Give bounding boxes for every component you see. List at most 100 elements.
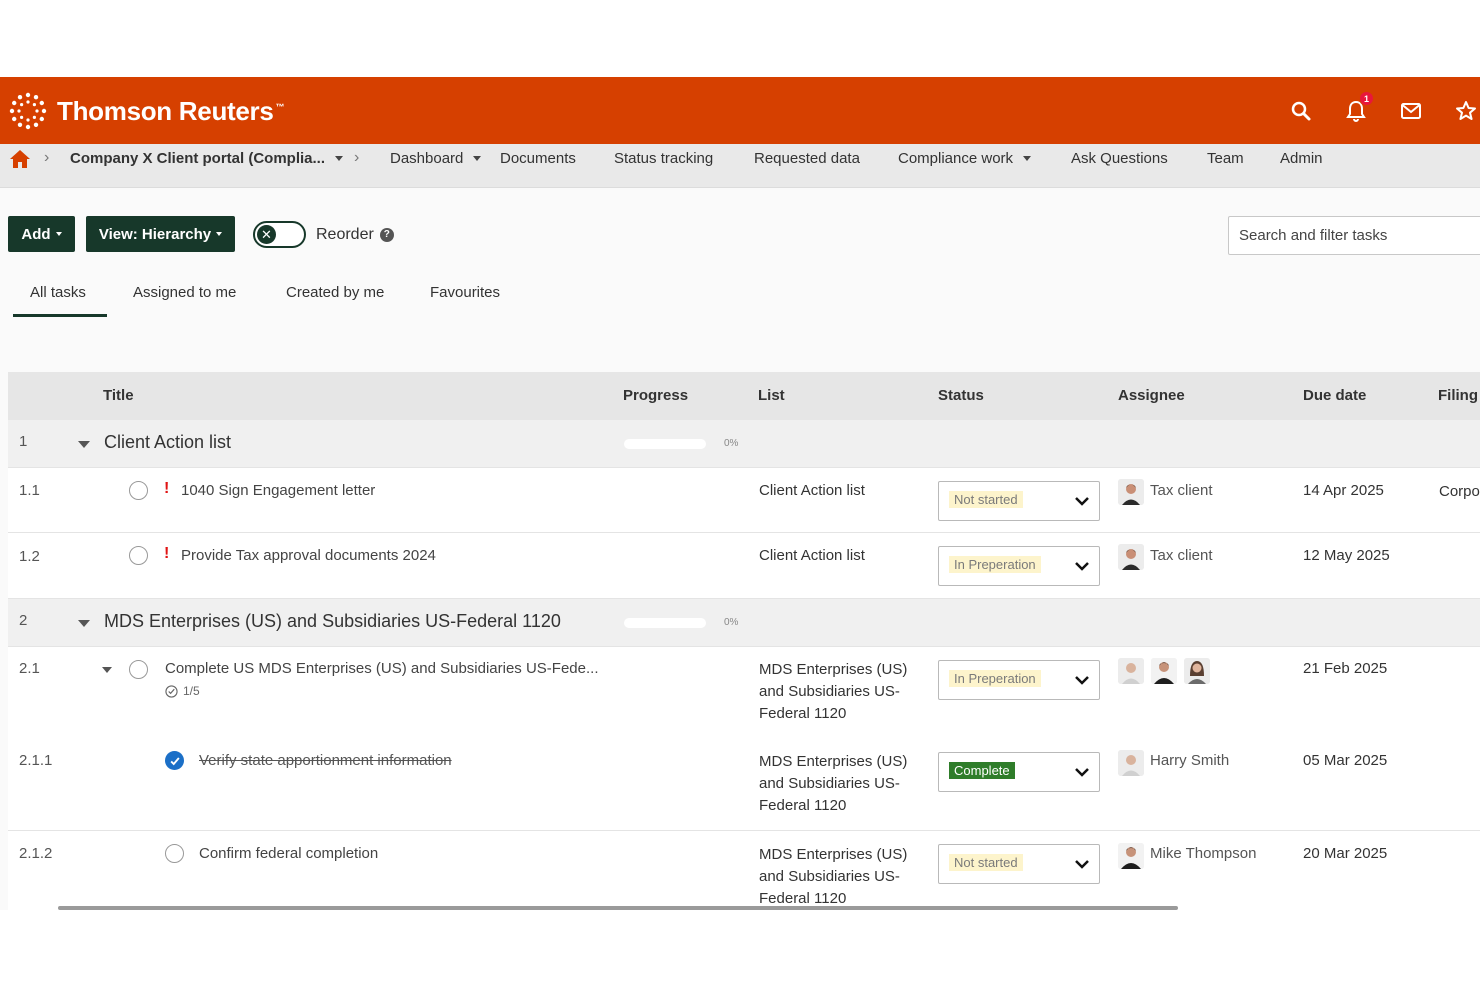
task-title[interactable]: 1040 Sign Engagement letter [181,482,375,499]
main-navigation: › Company X Client portal (Complia... › … [0,144,1480,188]
avatar [1184,658,1210,684]
favourites-star-icon[interactable] [1452,97,1480,125]
chevron-down-icon [1075,860,1089,869]
column-header-list[interactable]: List [758,387,785,404]
active-tab-indicator [13,314,107,317]
thomson-reuters-dots-icon [9,92,47,130]
assignee-name: Mike Thompson [1150,845,1257,862]
collapse-caret-icon[interactable] [102,667,112,673]
collapse-caret-icon[interactable] [78,441,90,448]
table-row[interactable]: 2.1.2 Confirm federal completion MDS Ent… [8,831,1480,910]
status-badge: Not started [949,491,1023,508]
chevron-down-icon [1075,562,1089,571]
complete-task-checkbox[interactable] [129,481,148,500]
complete-task-checkbox[interactable] [129,546,148,565]
table-row[interactable]: 1.2 ! Provide Tax approval documents 202… [8,533,1480,599]
status-dropdown[interactable]: Not started [938,844,1100,884]
nav-dashboard-label: Dashboard [390,150,464,167]
task-title[interactable]: Verify state apportionment information [199,752,452,769]
nav-ask-questions[interactable]: Ask Questions [1071,150,1168,167]
collapse-caret-icon[interactable] [78,620,90,627]
nav-requested-data[interactable]: Requested data [754,150,860,167]
view-hierarchy-button[interactable]: View: Hierarchy [86,216,235,252]
row-number: 1.2 [19,548,40,565]
tab-assigned-to-me[interactable]: Assigned to me [133,284,236,301]
help-icon[interactable]: ? [379,228,394,242]
status-dropdown[interactable]: Complete [938,752,1100,792]
task-title[interactable]: Provide Tax approval documents 2024 [181,547,436,564]
column-header-progress[interactable]: Progress [623,387,688,404]
search-icon[interactable] [1287,97,1315,125]
notifications-bell-icon[interactable]: 1 [1342,91,1374,125]
search-filter-field[interactable] [1228,216,1480,255]
task-title[interactable]: Confirm federal completion [199,845,378,862]
add-button-label: Add [21,225,51,243]
progress-percent: 0% [724,617,739,628]
complete-task-checkbox[interactable] [165,844,184,863]
chevron-down-icon [1075,676,1089,685]
nav-team[interactable]: Team [1207,150,1244,167]
avatar [1118,658,1144,684]
avatar [1118,479,1144,505]
assignee-name: Tax client [1150,547,1213,564]
task-list: Client Action list [759,482,865,499]
table-row[interactable]: 2.1.1 Verify state apportionment informa… [8,739,1480,831]
group-row[interactable]: 2 MDS Enterprises (US) and Subsidiaries … [8,599,1480,647]
tab-created-by-me[interactable]: Created by me [286,284,384,301]
task-title[interactable]: Complete US MDS Enterprises (US) and Sub… [165,660,599,677]
nav-status-tracking[interactable]: Status tracking [614,150,713,167]
reorder-label: Reorder [316,226,374,243]
due-date: 12 May 2025 [1303,547,1390,564]
high-priority-icon: ! [164,480,170,497]
nav-documents[interactable]: Documents [500,150,576,167]
progress-percent: 0% [724,438,739,449]
complete-task-checkbox[interactable] [129,660,148,679]
mail-icon[interactable] [1397,97,1425,125]
group-row[interactable]: 1 Client Action list 0% [8,420,1480,468]
row-number: 2.1 [19,660,40,677]
status-dropdown[interactable]: In Preperation [938,660,1100,700]
column-header-filing[interactable]: Filing [1438,387,1478,404]
tab-favourites[interactable]: Favourites [430,284,500,301]
horizontal-scrollbar[interactable] [58,906,1178,910]
table-header: Title Progress List Status Assignee Due … [8,372,1480,420]
nav-dashboard[interactable]: Dashboard [390,150,482,167]
avatar [1118,843,1144,869]
brand-name: Thomson Reuters [57,95,274,126]
nav-admin[interactable]: Admin [1280,150,1323,167]
nav-compliance-work[interactable]: Compliance work [898,150,1032,167]
task-list: MDS Enterprises (US) and Subsidiaries US… [759,846,908,907]
due-date: 20 Mar 2025 [1303,845,1388,862]
tab-all-tasks[interactable]: All tasks [30,284,86,301]
chevron-down-icon [1075,768,1089,777]
add-button[interactable]: Add [8,216,75,252]
nav-compliance-work-label: Compliance work [898,150,1014,167]
status-dropdown[interactable]: Not started [938,481,1100,521]
status-dropdown[interactable]: In Preperation [938,546,1100,586]
portal-selector[interactable]: Company X Client portal (Complia... [70,150,344,167]
nav-status-tracking-label: Status tracking [614,150,714,167]
nav-team-label: Team [1207,150,1244,167]
row-number: 1 [19,433,28,450]
brand-logo[interactable]: Thomson Reuters ™ [8,91,285,131]
task-list: MDS Enterprises (US) and Subsidiaries US… [759,661,908,722]
subtask-check-icon [165,684,178,698]
column-header-assignee[interactable]: Assignee [1118,387,1185,404]
status-badge: Complete [949,762,1015,779]
nav-documents-label: Documents [500,150,576,167]
table-row[interactable]: 2.1 Complete US MDS Enterprises (US) and… [8,647,1480,739]
table-row[interactable]: 1.1 ! 1040 Sign Engagement letter Client… [8,468,1480,533]
column-header-title[interactable]: Title [103,387,134,404]
row-number: 2.1.2 [19,845,53,862]
chevron-down-icon [1075,497,1089,506]
column-header-due-date[interactable]: Due date [1303,387,1366,404]
column-header-status[interactable]: Status [938,387,984,404]
search-input[interactable] [1229,217,1480,254]
subtask-count: 1/5 [183,684,200,698]
home-icon[interactable] [9,149,31,169]
reorder-label-group: Reorder? [316,226,394,244]
task-list: MDS Enterprises (US) and Subsidiaries US… [759,753,908,814]
reorder-toggle[interactable]: ✕ [253,221,306,248]
toggle-off-icon: ✕ [257,225,276,244]
completed-checkmark-icon[interactable] [165,751,184,770]
